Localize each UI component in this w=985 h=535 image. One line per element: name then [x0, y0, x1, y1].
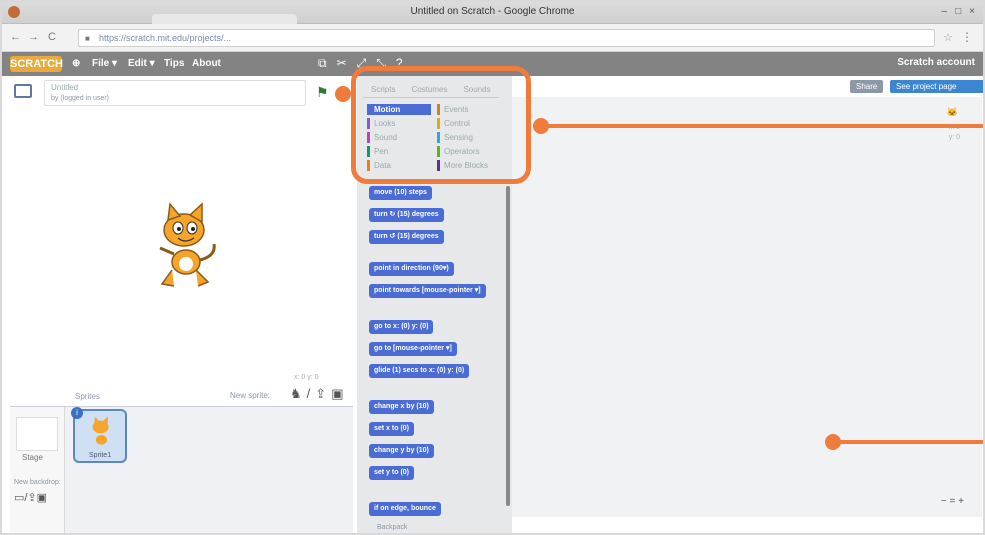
cat-thumbnail-icon — [92, 416, 109, 445]
screenshot-frame: Untitled on Scratch - Google Chrome – □ … — [0, 0, 985, 535]
zoom-controls[interactable]: − = + — [941, 496, 964, 507]
motion-block[interactable]: set y to (0) — [369, 466, 415, 480]
project-title: Untitled — [51, 83, 79, 92]
callout-highlight — [351, 66, 531, 184]
motion-block[interactable]: point towards [mouse-pointer ▾] — [369, 284, 486, 298]
motion-block[interactable]: point in direction (90▾) — [369, 262, 454, 276]
fullscreen-icon[interactable] — [14, 84, 32, 98]
sprite-library-icon[interactable]: ♞ — [290, 386, 302, 402]
script-area[interactable]: 🐱 x: 0 y: 0 − = + — [512, 97, 982, 517]
project-author: by (logged in user) — [51, 95, 109, 102]
back-icon[interactable]: ← — [10, 31, 21, 43]
callout-line-palette — [542, 124, 983, 128]
menu-about[interactable]: About — [192, 58, 221, 69]
menu-edit[interactable]: Edit ▾ — [128, 58, 155, 69]
sprites-label: Sprites — [75, 392, 100, 401]
motion-block[interactable]: glide (1) secs to x: (0) y: (0) — [369, 364, 470, 378]
new-backdrop-label: New backdrop: — [14, 479, 61, 486]
stage-column: Stage New backdrop: ▭/⇪▣ — [10, 407, 65, 533]
window-title: Untitled on Scratch - Google Chrome — [410, 6, 575, 17]
backpack-label[interactable]: Backpack — [377, 524, 407, 531]
callout-dot-stage — [335, 86, 351, 102]
minimize-button[interactable]: – — [942, 6, 948, 17]
lock-icon: ■ — [85, 34, 90, 43]
window-controls: – □ × — [942, 6, 975, 17]
script-area-header: Share See project page — [512, 76, 983, 97]
sprite-name: Sprite1 — [88, 452, 112, 459]
browser-menu-icon[interactable]: ⋮ — [961, 30, 973, 44]
backdrop-tools[interactable]: ▭/⇪▣ — [14, 491, 47, 504]
stage-footer: x: 0 y: 0 Sprites New sprite: ♞ / ⇪ ▣ — [10, 374, 353, 406]
callout-line-scripts — [834, 440, 983, 444]
mouse-coords: x: 0 y: 0 — [294, 374, 319, 381]
sprite-pane: Stage New backdrop: ▭/⇪▣ i Sprite1 — [10, 406, 353, 533]
motion-block[interactable]: set x to (0) — [369, 422, 415, 436]
language-globe-icon[interactable]: ⊕ — [72, 58, 80, 69]
motion-block[interactable]: turn ↺ (15) degrees — [369, 230, 444, 244]
upload-icon[interactable]: ⇪ — [315, 386, 326, 402]
motion-block[interactable]: turn ↻ (15) degrees — [369, 208, 444, 222]
duplicate-icon[interactable]: ⧉ — [318, 56, 327, 71]
see-project-page-button[interactable]: See project page — [890, 80, 983, 93]
menu-tips[interactable]: Tips — [164, 58, 184, 69]
green-flag-icon[interactable]: ⚑ — [316, 84, 329, 101]
cat-sprite[interactable] — [150, 200, 220, 290]
url-input[interactable]: ■ https://scratch.mit.edu/projects/... — [78, 29, 935, 47]
palette-scrollbar[interactable] — [506, 186, 510, 506]
motion-block[interactable]: change y by (10) — [369, 444, 434, 458]
reload-icon[interactable]: C — [48, 31, 56, 43]
new-sprite-label: New sprite: — [230, 391, 271, 400]
bookmark-star-icon[interactable]: ☆ — [943, 31, 953, 44]
stage-label: Stage — [22, 453, 43, 462]
forward-icon[interactable]: → — [28, 31, 39, 43]
stage-thumbnail[interactable] — [16, 417, 58, 451]
close-button[interactable]: × — [969, 6, 975, 17]
menu-file[interactable]: File ▾ — [92, 58, 117, 69]
stage-header: Untitled by (logged in user) ⚑ — [10, 80, 340, 108]
sprite-corner-icon: 🐱 — [946, 107, 958, 117]
motion-block[interactable]: go to x: (0) y: (0) — [369, 320, 434, 334]
address-bar-row: ← → C ■ https://scratch.mit.edu/projects… — [2, 24, 983, 52]
motion-block[interactable]: if on edge, bounce — [369, 502, 441, 516]
paint-brush-icon[interactable]: / — [307, 386, 311, 402]
new-sprite-tools: ♞ / ⇪ ▣ — [290, 386, 343, 402]
sprite-thumbnail[interactable]: i Sprite1 — [71, 407, 127, 463]
info-icon[interactable]: i — [71, 407, 83, 419]
camera-icon[interactable]: ▣ — [331, 386, 343, 402]
project-title-box[interactable]: Untitled by (logged in user) — [44, 80, 306, 106]
motion-block[interactable]: move (10) steps — [369, 186, 432, 200]
maximize-button[interactable]: □ — [955, 6, 961, 17]
scratch-logo[interactable]: SCRATCH — [10, 56, 63, 72]
account-menu[interactable]: Scratch account — [897, 57, 975, 68]
share-button[interactable]: Share — [850, 80, 884, 93]
browser-titlebar: Untitled on Scratch - Google Chrome – □ … — [2, 2, 983, 24]
motion-block[interactable]: go to [mouse-pointer ▾] — [369, 342, 457, 356]
url-text: https://scratch.mit.edu/projects/... — [99, 33, 232, 43]
delete-icon[interactable]: ✂ — [337, 56, 347, 71]
stage[interactable] — [10, 110, 353, 378]
motion-block[interactable]: change x by (10) — [369, 400, 434, 414]
